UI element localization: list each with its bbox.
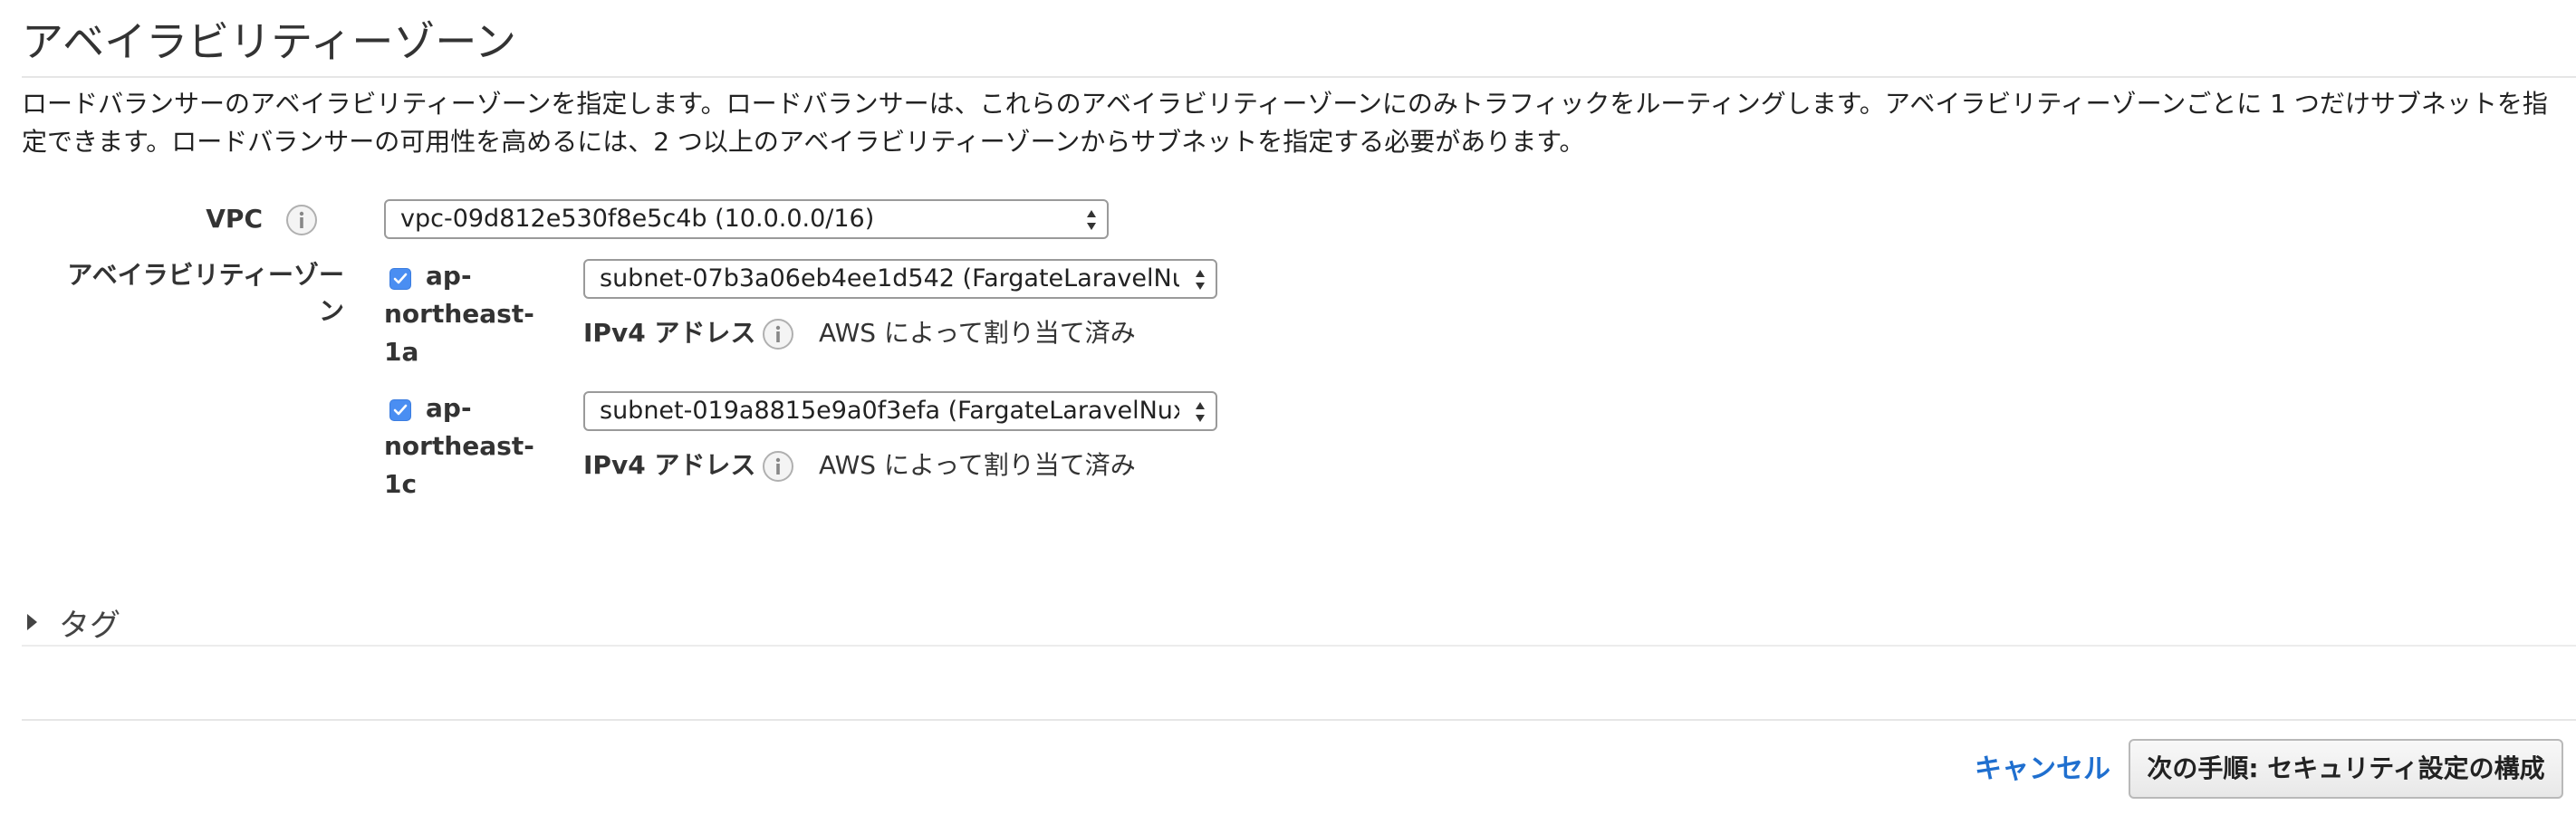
zone-name-ap-northeast-1c: ap- northeast-1c: [384, 389, 565, 503]
section-title: アベイラビリティーゾーン: [22, 17, 517, 66]
subnet-select-value: subnet-019a8815e9a0f3efa (FargateLaravel…: [600, 397, 1179, 425]
availability-zone-page: アベイラビリティーゾーン ロードバランサーのアベイラビリティーゾーンを指定します…: [0, 0, 2576, 815]
section-description: ロードバランサーのアベイラビリティーゾーンを指定します。ロードバランサーは、これ…: [22, 89, 2548, 157]
zone-name-line1: ap-: [426, 393, 472, 423]
tags-label: タグ: [59, 607, 120, 644]
caret-right-icon: [27, 614, 37, 630]
zone-name-line2: northeast-1c: [384, 431, 534, 499]
title-divider: [22, 76, 2576, 78]
vpc-label: VPC: [206, 204, 263, 234]
availability-zone-label-line2: ン: [318, 296, 344, 326]
ipv4-address-value: AWS によって割り当て済み: [819, 318, 1136, 348]
subnet-select-ap-northeast-1a[interactable]: subnet-07b3a06eb4ee1d542 (FargateLaravel…: [583, 259, 1217, 299]
vpc-select[interactable]: vpc-09d812e530f8e5c4b (10.0.0.0/16): [384, 199, 1109, 239]
select-arrows-icon: [1196, 270, 1205, 290]
vpc-info-icon[interactable]: [286, 205, 317, 235]
tags-divider: [22, 645, 2576, 647]
subnet-select-value: subnet-07b3a06eb4ee1d542 (FargateLaravel…: [600, 264, 1179, 292]
zone-name-line2: northeast-1a: [384, 299, 534, 367]
ipv4-info-icon[interactable]: [763, 319, 793, 350]
ipv4-address-label: IPv4 アドレス: [583, 450, 756, 480]
tags-expander[interactable]: タグ: [27, 599, 120, 645]
availability-zone-label-line1: アベイラビリティーゾー: [67, 260, 344, 290]
select-arrows-icon: [1196, 402, 1205, 422]
ipv4-info-icon[interactable]: [763, 451, 793, 482]
availability-zone-label: アベイラビリティーゾー ン: [36, 257, 344, 330]
next-step-button[interactable]: 次の手順: セキュリティ設定の構成: [2129, 739, 2563, 799]
zone-name-ap-northeast-1a: ap- northeast-1a: [384, 257, 565, 371]
vpc-select-value: vpc-09d812e530f8e5c4b (10.0.0.0/16): [400, 205, 875, 233]
ipv4-address-label: IPv4 アドレス: [583, 318, 756, 348]
select-arrows-icon: [1087, 210, 1096, 230]
cancel-link[interactable]: キャンセル: [1975, 752, 2110, 788]
ipv4-address-value: AWS によって割り当て済み: [819, 450, 1136, 480]
zone-name-line1: ap-: [426, 261, 472, 291]
footer-divider: [22, 719, 2576, 721]
subnet-select-ap-northeast-1c[interactable]: subnet-019a8815e9a0f3efa (FargateLaravel…: [583, 391, 1217, 431]
